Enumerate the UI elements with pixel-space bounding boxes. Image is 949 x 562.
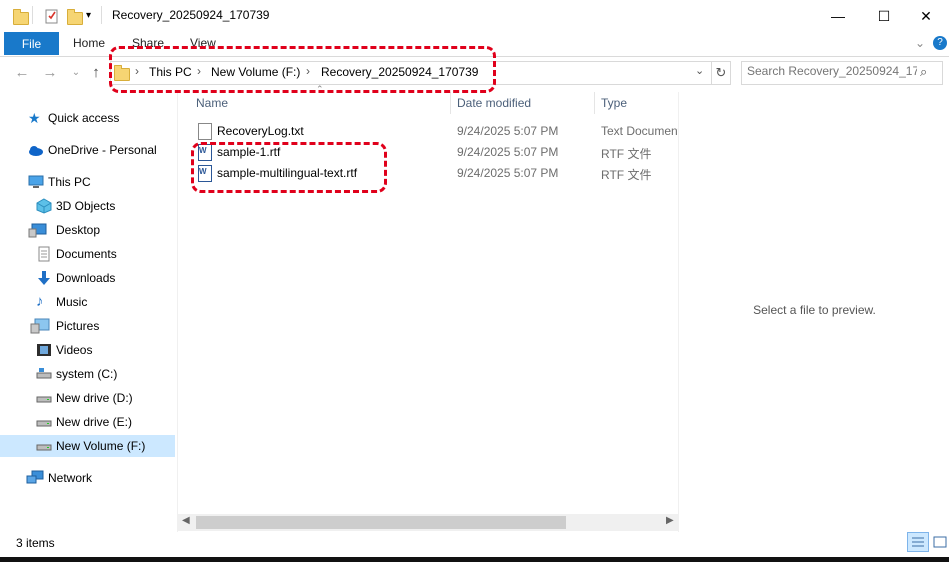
file-type: Text Document: [601, 124, 678, 138]
window-border: [0, 557, 949, 562]
back-icon[interactable]: ←: [12, 63, 32, 83]
picture-icon: [30, 318, 50, 334]
close-button[interactable]: ✕: [903, 0, 949, 32]
address-bar-highlight: [109, 46, 496, 93]
sidebar-item-system-c[interactable]: system (C:): [0, 363, 175, 385]
ribbon-expand-icon[interactable]: ⌄: [915, 36, 925, 50]
column-header-name[interactable]: Name: [196, 96, 228, 110]
drive-icon: [36, 438, 52, 454]
sidebar-item-network[interactable]: Network: [0, 467, 175, 489]
sidebar-item-pictures[interactable]: Pictures: [0, 315, 175, 337]
recent-locations-icon[interactable]: ⌄: [66, 63, 86, 83]
status-item-count: 3 items: [16, 536, 55, 550]
sidebar-item-label: This PC: [48, 175, 91, 189]
drive-icon: [36, 414, 52, 430]
file-date: 9/24/2025 5:07 PM: [457, 145, 559, 159]
sidebar-item-drive-d[interactable]: New drive (D:): [0, 387, 175, 409]
preview-divider: [678, 92, 679, 532]
title-bar: ▾ Recovery_20250924_170739 — ☐ ✕: [0, 0, 949, 32]
star-icon: ★: [28, 110, 41, 126]
rtf-files-highlight: [191, 142, 387, 193]
drive-icon: [36, 366, 52, 382]
preview-placeholder: Select a file to preview.: [753, 303, 876, 317]
new-folder-icon[interactable]: [66, 8, 83, 25]
sidebar-item-label: Network: [48, 471, 93, 485]
file-name: RecoveryLog.txt: [217, 124, 304, 138]
folder-icon: [12, 8, 29, 25]
customize-toolbar-icon[interactable]: ▾: [86, 8, 102, 24]
sidebar-item-label: system (C:): [56, 367, 118, 381]
sidebar-item-desktop[interactable]: Desktop: [0, 219, 175, 241]
column-divider[interactable]: [450, 92, 451, 114]
computer-icon: [28, 174, 44, 190]
file-type: RTF 文件: [601, 168, 652, 182]
sidebar-item-videos[interactable]: Videos: [0, 339, 175, 361]
scrollbar-thumb[interactable]: [196, 516, 566, 529]
sidebar-item-3d-objects[interactable]: 3D Objects: [0, 195, 175, 217]
sidebar-item-quick-access[interactable]: ★ Quick access: [0, 107, 175, 129]
sidebar-item-label: Music: [56, 295, 88, 309]
sidebar-item-label: OneDrive - Personal: [48, 143, 157, 157]
sidebar-item-label: 3D Objects: [56, 199, 116, 213]
address-dropdown-icon[interactable]: ⌄: [695, 64, 704, 77]
sidebar-item-label: New Volume (F:): [56, 439, 146, 453]
pane-divider: [177, 92, 178, 532]
tab-home[interactable]: Home: [73, 36, 105, 50]
sidebar-item-music[interactable]: ♪ Music: [0, 291, 175, 313]
sidebar-item-label: Quick access: [48, 111, 120, 125]
search-icon[interactable]: ⌕: [920, 64, 927, 80]
sidebar-item-onedrive[interactable]: OneDrive - Personal: [0, 139, 175, 161]
download-icon: [36, 270, 52, 286]
scroll-right-icon[interactable]: ▶: [666, 515, 674, 526]
maximize-button[interactable]: ☐: [861, 0, 907, 32]
search-input[interactable]: [747, 64, 917, 78]
refresh-icon[interactable]: ↻: [712, 61, 731, 85]
sidebar-item-label: Documents: [56, 247, 117, 261]
column-divider[interactable]: [594, 92, 595, 114]
cloud-icon: [26, 142, 43, 158]
sidebar-item-new-volume-f[interactable]: New Volume (F:): [0, 435, 175, 457]
column-header-type[interactable]: Type: [601, 96, 627, 110]
network-icon: [26, 470, 44, 486]
column-header-date[interactable]: Date modified: [457, 96, 531, 110]
file-type: RTF 文件: [601, 147, 652, 161]
details-view-icon[interactable]: [907, 532, 929, 552]
tab-file[interactable]: File: [4, 32, 59, 55]
sidebar-item-label: Downloads: [56, 271, 116, 285]
music-icon: ♪: [36, 293, 44, 310]
sidebar-item-drive-e[interactable]: New drive (E:): [0, 411, 175, 433]
desktop-icon: [28, 222, 47, 238]
sidebar-item-label: Videos: [56, 343, 93, 357]
sidebar-item-documents[interactable]: Documents: [0, 243, 175, 265]
sidebar-item-downloads[interactable]: Downloads: [0, 267, 175, 289]
document-icon: [36, 246, 52, 262]
sidebar-item-this-pc[interactable]: This PC: [0, 171, 175, 193]
forward-icon[interactable]: →: [40, 63, 60, 83]
properties-icon[interactable]: [44, 8, 60, 24]
help-icon[interactable]: ?: [933, 36, 947, 50]
video-icon: [36, 342, 52, 358]
window-title: Recovery_20250924_170739: [112, 8, 270, 22]
file-date: 9/24/2025 5:07 PM: [457, 124, 559, 138]
file-row[interactable]: RecoveryLog.txt 9/24/2025 5:07 PM Text D…: [190, 121, 678, 141]
up-icon[interactable]: ↑: [86, 63, 106, 83]
drive-icon: [36, 390, 52, 406]
cube-icon: [36, 198, 52, 214]
sidebar-item-label: Pictures: [56, 319, 100, 333]
minimize-button[interactable]: —: [815, 0, 861, 32]
scroll-left-icon[interactable]: ◀: [182, 515, 190, 526]
sidebar-item-label: New drive (D:): [56, 391, 133, 405]
text-file-icon: [198, 123, 212, 140]
sidebar-item-label: Desktop: [56, 223, 101, 237]
large-icons-view-icon[interactable]: [929, 532, 949, 552]
file-date: 9/24/2025 5:07 PM: [457, 166, 559, 180]
sidebar-item-label: New drive (E:): [56, 415, 133, 429]
